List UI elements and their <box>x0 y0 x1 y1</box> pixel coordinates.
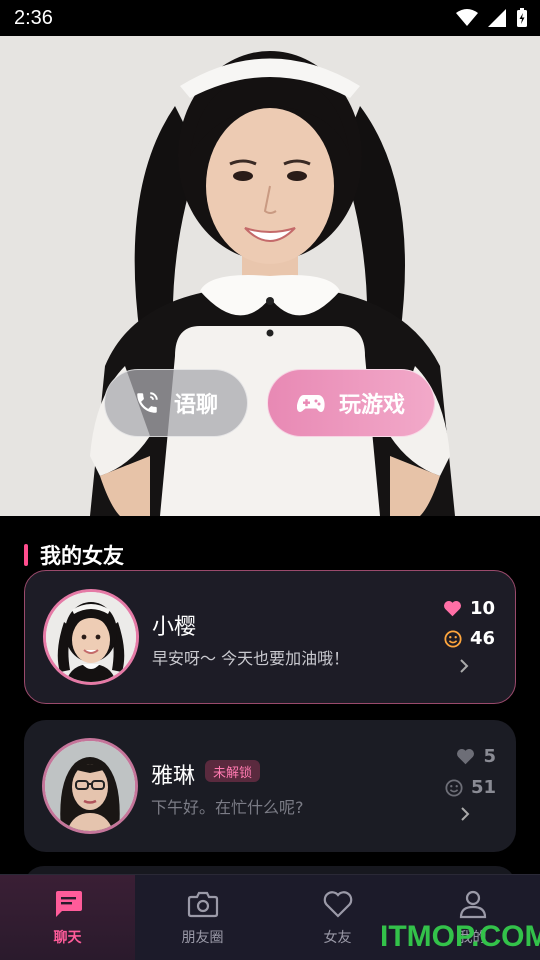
phone-icon <box>137 392 158 413</box>
section-title-text: 我的女友 <box>40 544 124 568</box>
affection-value: 10 <box>469 598 495 619</box>
chat-icon <box>55 891 82 917</box>
chevron-right-icon <box>461 807 470 821</box>
avatar-image <box>45 741 135 831</box>
smiley-icon <box>444 629 462 648</box>
watermark-text: ITMOP.COM <box>380 920 540 953</box>
affection-stat: 5 <box>456 746 496 767</box>
mood-stat: 51 <box>445 777 496 798</box>
heart-icon <box>457 748 475 765</box>
girlfriend-name: 小樱 <box>152 615 197 640</box>
affection-stat: 10 <box>443 598 495 619</box>
girlfriend-card-locked[interactable]: 雅琳 未解锁 下午好。在忙什么呢? 5 51 <box>24 720 516 852</box>
girlfriend-name: 雅琳 <box>151 764 196 789</box>
mood-value: 51 <box>470 777 496 798</box>
camera-icon <box>187 891 218 918</box>
girlfriend-card[interactable]: 小樱 早安呀～ 今天也要加油哦！ 10 46 <box>24 570 516 704</box>
mood-value: 46 <box>469 628 495 649</box>
girlfriend-photo <box>0 36 540 516</box>
play-game-button[interactable]: 玩游戏 <box>267 369 435 437</box>
tab-label: 朋友圈 <box>181 930 224 946</box>
tab-moments[interactable]: 朋友圈 <box>135 875 270 960</box>
hero-banner: 语聊 玩游戏 <box>0 36 540 516</box>
locked-badge: 未解锁 <box>205 760 261 782</box>
gamepad-icon <box>296 395 325 412</box>
last-message: 下午好。在忙什么呢? <box>151 798 304 817</box>
tab-label: 聊天 <box>53 930 82 946</box>
battery-icon <box>517 8 527 27</box>
tab-label: 女友 <box>323 930 352 946</box>
play-game-label: 玩游戏 <box>338 393 405 418</box>
heart-outline-icon <box>323 891 352 918</box>
avatar-image <box>46 592 136 682</box>
wifi-icon <box>456 9 478 26</box>
status-icons <box>456 8 528 28</box>
person-icon <box>459 890 486 919</box>
section-accent-bar <box>24 544 28 566</box>
avatar <box>43 589 139 685</box>
tab-chat[interactable]: 聊天 <box>0 875 135 960</box>
heart-icon <box>443 600 461 617</box>
status-time: 2:36 <box>14 6 53 29</box>
signal-icon <box>488 9 506 27</box>
section-title: 我的女友 <box>24 541 124 569</box>
status-bar: 2:36 <box>0 0 540 36</box>
affection-value: 5 <box>483 746 496 767</box>
last-message: 早安呀～ 今天也要加油哦！ <box>152 649 350 668</box>
voice-chat-button[interactable]: 语聊 <box>104 369 248 437</box>
voice-chat-label: 语聊 <box>173 393 218 418</box>
mood-stat: 46 <box>444 628 495 649</box>
chevron-right-icon <box>460 659 469 673</box>
avatar <box>42 738 138 834</box>
smiley-icon <box>445 778 463 797</box>
